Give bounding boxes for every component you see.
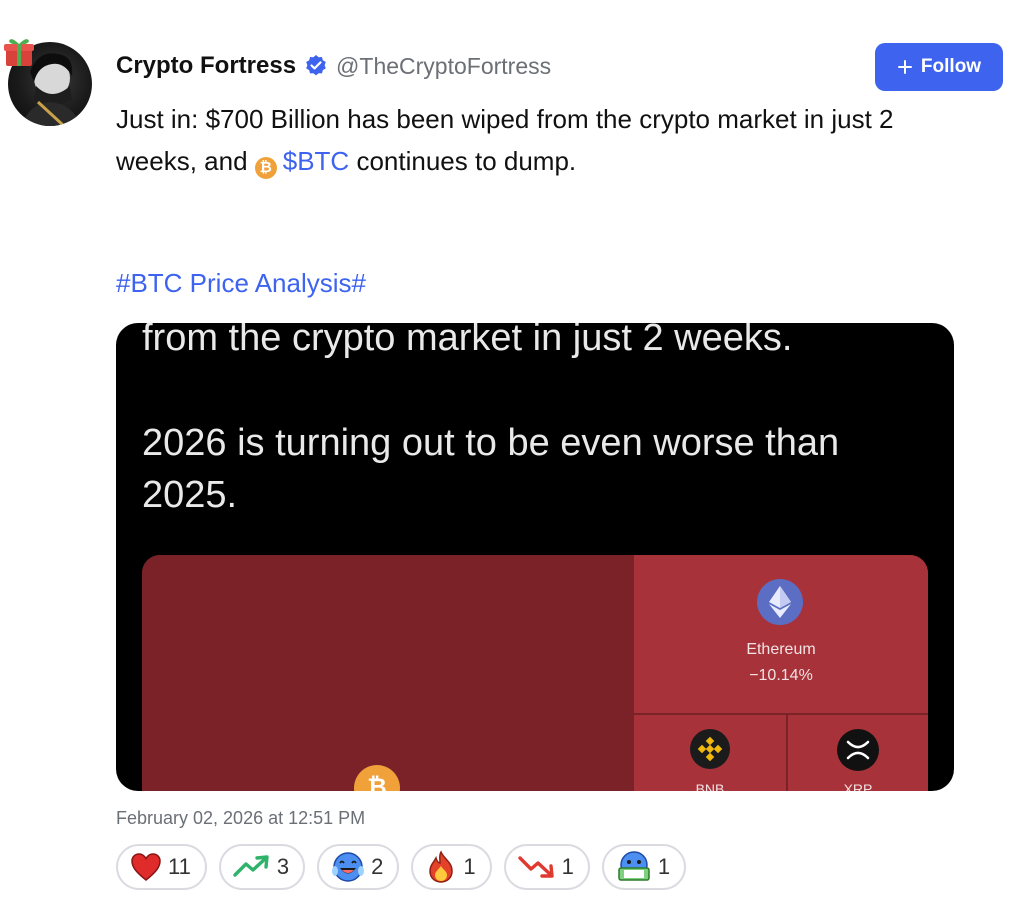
xrp-icon (837, 729, 879, 771)
reaction-trending-down[interactable]: 1 (503, 844, 590, 890)
plus-icon (897, 60, 912, 74)
reaction-count: 11 (168, 854, 191, 879)
reaction-count: 1 (561, 854, 574, 879)
treemap-tile-bnb: BNB (634, 715, 786, 791)
fire-icon (429, 850, 454, 883)
hodl-emoji-icon (618, 851, 650, 881)
hashtag-link[interactable]: #BTC Price Analysis# (116, 268, 366, 299)
heart-icon (131, 853, 161, 881)
post-text-after: continues to dump. (349, 146, 577, 176)
bitcoin-coin-icon: ₿ (254, 157, 277, 179)
verified-badge-icon (306, 55, 326, 76)
cashtag-link[interactable]: $BTC (283, 146, 349, 176)
reaction-count: 1 (463, 854, 476, 879)
reactions-bar: 11 3 2 1 1 1 (116, 844, 687, 890)
xrp-label: XRP (843, 781, 873, 791)
post-text: Just in: $700 Billion has been wiped fro… (116, 98, 936, 182)
reaction-fire[interactable]: 1 (411, 844, 492, 890)
treemap-tile-ethereum: Ethereum −10.14% (634, 555, 928, 713)
reaction-count: 2 (371, 854, 384, 879)
ethereum-change: −10.14% (749, 667, 813, 684)
bnb-icon (690, 729, 730, 769)
treemap-tile-xrp: XRP (788, 715, 928, 791)
author-row: Crypto Fortress @TheCryptoFortress (116, 50, 551, 82)
reaction-trending-up[interactable]: 3 (218, 844, 306, 890)
trending-up-icon (233, 855, 269, 877)
media-text-line-1: from the crypto market in just 2 weeks. (142, 323, 793, 359)
treemap-tile-bitcoin: ₿ (142, 555, 632, 791)
gift-badge-icon (4, 39, 34, 66)
laughing-emoji-icon (332, 852, 365, 882)
author-name[interactable]: Crypto Fortress (116, 52, 296, 80)
trending-down-icon (517, 856, 554, 878)
reaction-hodl[interactable]: 1 (601, 844, 687, 890)
avatar-container[interactable] (0, 30, 100, 130)
media-text-line-2: 2026 is turning out to be even worse tha… (142, 422, 840, 516)
ethereum-label: Ethereum (746, 641, 816, 658)
follow-label: Follow (920, 56, 982, 77)
reaction-laughing[interactable]: 2 (317, 844, 400, 890)
follow-button[interactable]: Follow (875, 43, 1003, 91)
market-treemap: ₿ Ethereum −10.14% BNB XRP (142, 555, 928, 791)
author-handle[interactable]: @TheCryptoFortress (336, 53, 551, 80)
post-media-image[interactable]: from the crypto market in just 2 weeks. … (116, 323, 954, 791)
reaction-count: 1 (657, 854, 671, 879)
bitcoin-icon: ₿ (354, 765, 400, 791)
reaction-count: 3 (276, 854, 290, 879)
ethereum-icon (757, 579, 803, 625)
post-timestamp: February 02, 2026 at 12:51 PM (116, 808, 366, 828)
bnb-label: BNB (695, 781, 725, 791)
reaction-heart[interactable]: 11 (116, 844, 207, 890)
